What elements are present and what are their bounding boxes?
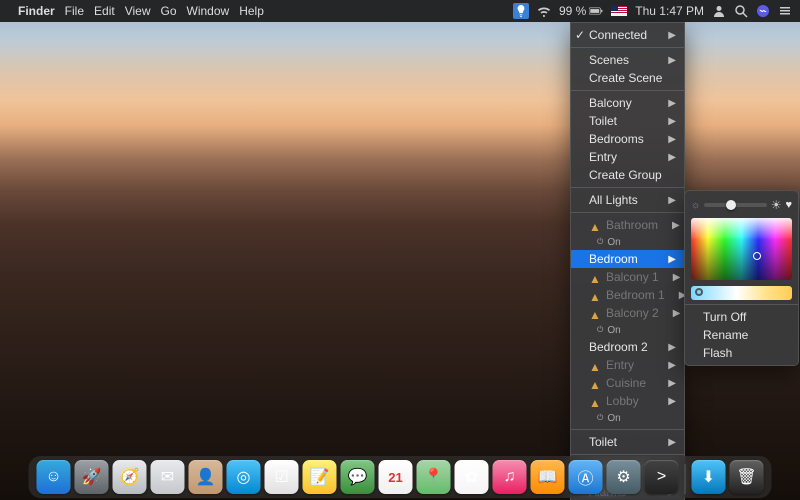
dock-finder-icon[interactable]: ☺	[37, 460, 71, 494]
dock-safari-icon[interactable]: 🧭	[113, 460, 147, 494]
dock-downloads-icon[interactable]: ⬇	[692, 460, 726, 494]
brightness-row: ☼ ☀ ♥	[691, 198, 792, 212]
dock-trash-icon[interactable]: 🗑	[730, 460, 764, 494]
menu-edit[interactable]: Edit	[94, 4, 115, 18]
lights-menubar-icon[interactable]	[513, 3, 529, 19]
dock-calendar-icon[interactable]: 21	[379, 460, 413, 494]
dock-divider	[685, 464, 686, 494]
desktop: Finder File Edit View Go Window Help 99 % Thu…	[0, 0, 800, 500]
dock-photos-icon[interactable]: ✿	[455, 460, 489, 494]
menu-light-lobby[interactable]: ▲Lobby▶	[571, 392, 684, 410]
light-on-indicator: ⏻On	[571, 410, 684, 426]
app-menu[interactable]: Finder	[18, 4, 55, 18]
lights-menu: ✓Connected▶ Scenes▶ Create Scene Balcony…	[570, 22, 685, 500]
brightness-slider[interactable]	[704, 203, 767, 207]
light-on-indicator: ⏻On	[571, 322, 684, 338]
input-source-flag[interactable]	[611, 6, 627, 16]
dock-reminders-icon[interactable]: ☑	[265, 460, 299, 494]
dock-preferences-icon[interactable]: ⚙	[607, 460, 641, 494]
color-temperature-slider[interactable]	[691, 286, 792, 300]
menu-toilet[interactable]: Toilet▶	[571, 433, 684, 451]
menu-light-balcony-2[interactable]: ▲Balcony 2▶	[571, 304, 684, 322]
menu-group-toilet[interactable]: Toilet▶	[571, 112, 684, 130]
dock-maps-icon[interactable]: 📍	[417, 460, 451, 494]
menu-light-bedroom-2[interactable]: Bedroom 2▶	[571, 338, 684, 356]
dock: ☺🚀🧭✉👤◎☑📝💬21📍✿♫📖Ⓐ⚙> ⬇🗑	[29, 456, 772, 498]
menu-light-bathroom[interactable]: ▲Bathroom▶	[571, 216, 684, 234]
menu-light-bedroom-1[interactable]: ▲Bedroom 1▶	[571, 286, 684, 304]
submenu-flash[interactable]: Flash	[685, 344, 798, 362]
menu-light-balcony-1[interactable]: ▲Balcony 1▶	[571, 268, 684, 286]
dock-airdrop-icon[interactable]: ◎	[227, 460, 261, 494]
dock-messages-icon[interactable]: 💬	[341, 460, 375, 494]
favorite-icon[interactable]: ♥	[785, 199, 792, 211]
dock-launchpad-icon[interactable]: 🚀	[75, 460, 109, 494]
menu-light-entry[interactable]: ▲Entry▶	[571, 356, 684, 374]
menu-group-bedrooms[interactable]: Bedrooms▶	[571, 130, 684, 148]
submenu-rename[interactable]: Rename	[685, 326, 798, 344]
dock-itunes-icon[interactable]: ♫	[493, 460, 527, 494]
wifi-icon[interactable]	[537, 4, 551, 18]
menu-scenes[interactable]: Scenes▶	[571, 51, 684, 69]
brightness-high-icon: ☀	[771, 198, 782, 212]
light-on-indicator: ⏻On	[571, 234, 684, 250]
menu-create-scene[interactable]: Create Scene	[571, 69, 684, 87]
menu-window[interactable]: Window	[187, 4, 230, 18]
dock-contacts-icon[interactable]: 👤	[189, 460, 223, 494]
dock-appstore-icon[interactable]: Ⓐ	[569, 460, 603, 494]
submenu-turn-off[interactable]: Turn Off	[685, 308, 798, 326]
clock[interactable]: Thu 1:47 PM	[635, 4, 704, 18]
user-icon[interactable]	[712, 4, 726, 18]
menu-group-entry[interactable]: Entry▶	[571, 148, 684, 166]
menu-view[interactable]: View	[125, 4, 151, 18]
menu-help[interactable]: Help	[239, 4, 264, 18]
color-picker[interactable]	[691, 218, 792, 280]
dock-mail-icon[interactable]: ✉	[151, 460, 185, 494]
menu-all-lights[interactable]: All Lights▶	[571, 191, 684, 209]
menu-create-group[interactable]: Create Group	[571, 166, 684, 184]
dock-notes-icon[interactable]: 📝	[303, 460, 337, 494]
menu-group-balcony[interactable]: Balcony▶	[571, 94, 684, 112]
menubar: Finder File Edit View Go Window Help 99 % Thu…	[0, 0, 800, 22]
dock-books-icon[interactable]: 📖	[531, 460, 565, 494]
battery-pct: 99 %	[559, 4, 586, 18]
menu-light-cuisine[interactable]: ▲Cuisine▶	[571, 374, 684, 392]
spotlight-icon[interactable]	[734, 4, 748, 18]
dock-terminal-icon[interactable]: >	[645, 460, 679, 494]
siri-icon[interactable]	[756, 4, 770, 18]
light-submenu: ☼ ☀ ♥ Turn OffRenameFlash	[684, 190, 799, 366]
brightness-low-icon: ☼	[691, 200, 700, 211]
menu-light-bedroom[interactable]: Bedroom▶	[571, 250, 684, 268]
battery-indicator[interactable]: 99 %	[559, 4, 603, 18]
menu-connected[interactable]: ✓Connected▶	[571, 26, 684, 44]
menu-go[interactable]: Go	[161, 4, 177, 18]
notification-center-icon[interactable]	[778, 4, 792, 18]
menu-file[interactable]: File	[65, 4, 84, 18]
